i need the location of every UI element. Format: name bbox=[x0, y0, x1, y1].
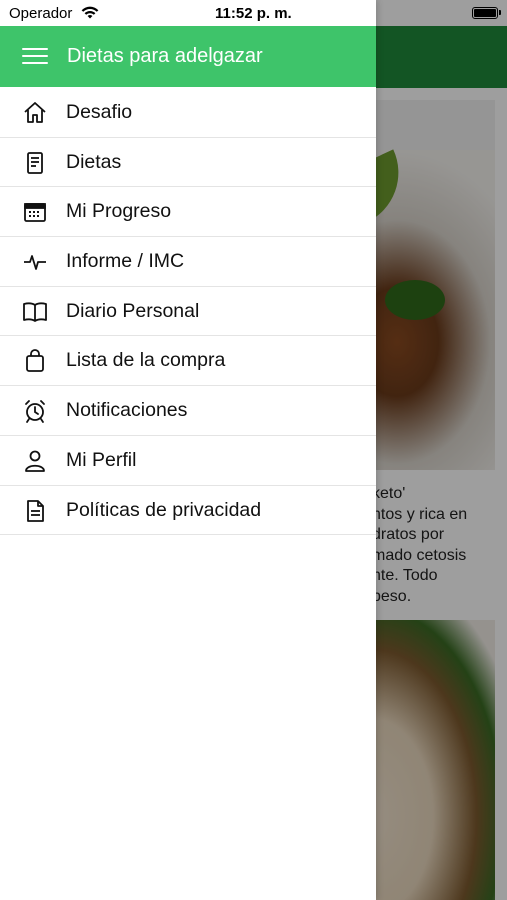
menu-item-lista-compra[interactable]: Lista de la compra bbox=[0, 336, 376, 387]
person-icon bbox=[22, 448, 48, 474]
menu-label: Desafio bbox=[66, 101, 133, 123]
menu-icon[interactable] bbox=[22, 48, 48, 64]
menu-item-politicas-privacidad[interactable]: Políticas de privacidad bbox=[0, 486, 376, 536]
file-text-icon bbox=[22, 498, 48, 524]
pulse-icon bbox=[22, 249, 48, 275]
menu-label: Dietas bbox=[66, 150, 122, 173]
clock: 11:52 p. m. bbox=[215, 5, 292, 22]
menu-item-mi-perfil[interactable]: Mi Perfil bbox=[0, 436, 376, 486]
drawer-menu: Desafio Dietas Mi Progreso Informe / IMC… bbox=[0, 88, 376, 536]
book-icon bbox=[22, 299, 48, 325]
menu-item-diario-personal[interactable]: Diario Personal bbox=[0, 287, 376, 337]
menu-label: Informe / IMC bbox=[66, 250, 185, 273]
menu-label: Políticas de privacidad bbox=[66, 498, 262, 521]
menu-item-informe-imc[interactable]: Informe / IMC bbox=[0, 237, 376, 287]
drawer-title: Dietas para adelgazar bbox=[67, 45, 263, 67]
battery-nub bbox=[499, 10, 501, 15]
wifi-icon bbox=[80, 4, 100, 25]
menu-item-desafio[interactable]: Desafio bbox=[0, 88, 376, 138]
menu-label: Lista de la compra bbox=[66, 349, 226, 372]
home-icon bbox=[22, 100, 48, 126]
alarm-clock-icon bbox=[22, 398, 48, 424]
shopping-bag-icon bbox=[22, 348, 48, 374]
carrier-label: Operador bbox=[9, 5, 73, 22]
navigation-drawer: Dietas para adelgazar Desafio Dietas Mi … bbox=[0, 0, 376, 900]
menu-label: Notificaciones bbox=[66, 399, 188, 422]
status-bar: Operador 11:52 p. m. bbox=[0, 0, 507, 26]
calendar-icon bbox=[22, 199, 48, 225]
menu-item-dietas[interactable]: Dietas bbox=[0, 138, 376, 188]
menu-label: Mi Progreso bbox=[66, 200, 172, 223]
menu-item-notificaciones[interactable]: Notificaciones bbox=[0, 386, 376, 436]
menu-label: Mi Perfil bbox=[66, 448, 137, 471]
menu-label: Diario Personal bbox=[66, 299, 200, 322]
battery-icon bbox=[472, 7, 498, 19]
document-icon bbox=[22, 150, 48, 176]
menu-item-mi-progreso[interactable]: Mi Progreso bbox=[0, 187, 376, 238]
